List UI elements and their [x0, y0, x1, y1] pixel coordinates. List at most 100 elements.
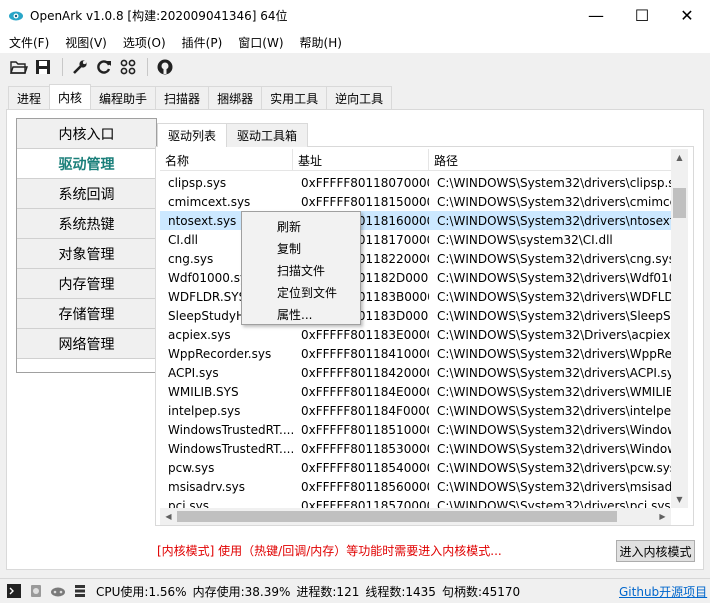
- cell-base: 0xFFFFF80118530000: [301, 441, 429, 456]
- table-row[interactable]: CI.dll 0xFFFFF80118170000 C:\WINDOWS\syste…: [160, 230, 671, 249]
- context-refresh[interactable]: 刷新: [242, 215, 360, 237]
- column-header-path[interactable]: 路径: [429, 149, 671, 171]
- nav-storage-manager[interactable]: 存储管理: [17, 299, 156, 329]
- kernel-mode-warning: [内核模式] 使用（热键/回调/内存）等功能时需要进入内核模式...: [157, 544, 502, 558]
- nav-system-hotkeys[interactable]: 系统热键: [17, 209, 156, 239]
- table-row[interactable]: WppRecorder.sys 0xFFFFF80118410000 C:\WIND…: [160, 344, 671, 363]
- cell-path: C:\WINDOWS\System32\drivers\Wdf01000.sys: [437, 270, 671, 285]
- nav-network-manager[interactable]: 网络管理: [17, 329, 156, 359]
- enter-kernel-mode-button[interactable]: 进入内核模式: [616, 540, 695, 562]
- nav-kernel-entry[interactable]: 内核入口: [17, 119, 156, 149]
- tab-driver-toolbox[interactable]: 驱动工具箱: [226, 123, 309, 147]
- nav-driver-manager[interactable]: 驱动管理: [17, 149, 156, 179]
- vertical-scrollbar[interactable]: ▲ ▼: [671, 149, 688, 508]
- context-scan-file[interactable]: 扫描文件: [242, 259, 360, 281]
- menu-view[interactable]: 视图(V): [56, 34, 114, 51]
- cell-path: C:\WINDOWS\System32\drivers\WindowsTrust…: [437, 422, 671, 437]
- table-row[interactable]: pci.sys 0xFFFFF80118570000 C:\WINDOWS\Syst…: [160, 496, 671, 509]
- tab-driver-list[interactable]: 驱动列表: [157, 123, 228, 147]
- refresh-icon[interactable]: [93, 56, 115, 78]
- cell-name: cmimcext.sys: [168, 194, 251, 209]
- maximize-button[interactable]: ☐: [619, 0, 665, 31]
- column-header-base[interactable]: 基址: [293, 149, 429, 171]
- scroll-up-icon[interactable]: ▲: [671, 149, 688, 166]
- wrench-icon[interactable]: [69, 56, 91, 78]
- menu-plugins[interactable]: 插件(P): [173, 34, 230, 51]
- column-header-name[interactable]: 名称: [160, 149, 293, 171]
- cell-path: C:\WINDOWS\System32\Drivers\acpiex.sys: [437, 327, 671, 342]
- cell-name: intelpep.sys: [168, 403, 241, 418]
- status-memory: 内存使用:38.39%: [192, 584, 291, 599]
- github-link[interactable]: Github开源项目: [619, 583, 707, 600]
- table-row[interactable]: cmimcext.sys 0xFFFFF80118150000 C:\WINDOWS…: [160, 192, 671, 211]
- table-row[interactable]: cng.sys 0xFFFFF80118220000 C:\WINDOWS\Syst…: [160, 249, 671, 268]
- github-icon[interactable]: [154, 56, 176, 78]
- table-body: clipsp.sys 0xFFFFF80118070000 C:\WINDOWS\S…: [160, 173, 671, 508]
- table-row[interactable]: Wdf01000.sys 0xFFFFF801182D0000 C:\WINDOWS…: [160, 268, 671, 287]
- cell-name: ACPI.sys: [168, 365, 219, 380]
- table-row[interactable]: WindowsTrustedRT.... 0xFFFFF80118530000 C:…: [160, 439, 671, 458]
- nav-system-callbacks[interactable]: 系统回调: [17, 179, 156, 209]
- cell-path: C:\WINDOWS\system32\CI.dll: [437, 232, 613, 247]
- cell-name: clipsp.sys: [168, 175, 227, 190]
- cell-path: C:\WINDOWS\System32\drivers\pci.sys: [437, 498, 671, 509]
- tab-process[interactable]: 进程: [8, 86, 51, 109]
- context-copy[interactable]: 复制: [242, 237, 360, 259]
- cell-base: 0xFFFFF80118570000: [301, 498, 429, 509]
- scroll-left-icon[interactable]: ◀: [160, 508, 177, 525]
- cell-path: C:\WINDOWS\System32\drivers\cmimcext.sys: [437, 194, 671, 209]
- tab-reverse-tools[interactable]: 逆向工具: [326, 86, 393, 109]
- tab-scanner[interactable]: 扫描器: [155, 86, 210, 109]
- cell-name: WindowsTrustedRT....: [168, 441, 293, 456]
- table-row[interactable]: ntosext.sys 0xFFFFF80118160000 C:\WINDOWS\…: [160, 211, 671, 230]
- table-row[interactable]: WMILIB.SYS 0xFFFFF801184E0000 C:\WINDOWS\S…: [160, 382, 671, 401]
- close-button[interactable]: ✕: [664, 0, 710, 31]
- table-row[interactable]: acpiex.sys 0xFFFFF801183E0000 C:\WINDOWS\S…: [160, 325, 671, 344]
- context-locate-file[interactable]: 定位到文件: [242, 281, 360, 303]
- menu-help[interactable]: 帮助(H): [291, 34, 349, 51]
- vertical-scroll-thumb[interactable]: [673, 188, 686, 218]
- table-row[interactable]: pcw.sys 0xFFFFF80118540000 C:\WINDOWS\Syst…: [160, 458, 671, 477]
- table-row[interactable]: intelpep.sys 0xFFFFF801184F0000 C:\WINDOWS…: [160, 401, 671, 420]
- horizontal-scrollbar[interactable]: ◀ ▶: [160, 508, 671, 525]
- nav-memory-manager[interactable]: 内存管理: [17, 269, 156, 299]
- context-properties[interactable]: 属性...: [242, 303, 360, 325]
- open-folder-icon[interactable]: [8, 56, 30, 78]
- table-row[interactable]: clipsp.sys 0xFFFFF80118070000 C:\WINDOWS\S…: [160, 173, 671, 192]
- cell-base: 0xFFFFF80118410000: [301, 346, 429, 361]
- kernel-nav: 内核入口 驱动管理 系统回调 系统热键 对象管理 内存管理 存储管理 网络管理: [16, 118, 157, 373]
- cell-path: C:\WINDOWS\System32\drivers\SleepStudyHe…: [437, 308, 671, 323]
- cell-path: C:\WINDOWS\System32\drivers\WDFLDR.SYS: [437, 289, 671, 304]
- tab-coding-helper[interactable]: 编程助手: [90, 86, 157, 109]
- tab-bundler[interactable]: 捆绑器: [208, 86, 263, 109]
- console-icon[interactable]: [6, 583, 22, 599]
- menu-file[interactable]: 文件(F): [0, 34, 56, 51]
- toolbar-separator: [62, 58, 63, 76]
- cell-path: C:\WINDOWS\System32\drivers\ACPI.sys: [437, 365, 671, 380]
- horizontal-scroll-thumb[interactable]: [177, 511, 617, 522]
- menu-window[interactable]: 窗口(W): [229, 34, 290, 51]
- table-row[interactable]: WDFLDR.SYS 0xFFFFF801183B0000 C:\WINDOWS\S…: [160, 287, 671, 306]
- cell-base: 0xFFFFF80118510000: [301, 422, 429, 437]
- table-row[interactable]: msisadrv.sys 0xFFFFF80118560000 C:\WINDOWS…: [160, 477, 671, 496]
- stack-icon[interactable]: [72, 583, 88, 599]
- minimize-button[interactable]: —: [573, 0, 619, 31]
- driver-tab-bar: 驱动列表 驱动工具箱: [157, 123, 309, 147]
- table-row[interactable]: ACPI.sys 0xFFFFF80118420000 C:\WINDOWS\Sys…: [160, 363, 671, 382]
- nav-object-manager[interactable]: 对象管理: [17, 239, 156, 269]
- disk-icon[interactable]: [28, 583, 44, 599]
- save-icon[interactable]: [32, 56, 54, 78]
- tab-utilities[interactable]: 实用工具: [261, 86, 328, 109]
- scroll-down-icon[interactable]: ▼: [671, 491, 688, 508]
- menu-options[interactable]: 选项(O): [114, 34, 173, 51]
- table-row[interactable]: WindowsTrustedRT.... 0xFFFFF80118510000 C:…: [160, 420, 671, 439]
- table-row[interactable]: SleepStudyHelper.sys 0xFFFFF801183D0000 C:…: [160, 306, 671, 325]
- grid-icon[interactable]: [117, 56, 139, 78]
- tab-kernel[interactable]: 内核: [49, 84, 92, 109]
- scroll-right-icon[interactable]: ▶: [654, 508, 671, 525]
- gamepad-icon[interactable]: [50, 583, 66, 599]
- window-title: OpenArk v1.0.8 [构建:202009041346] 64位: [30, 9, 288, 23]
- driver-table[interactable]: 名称 基址 路径 clipsp.sys 0xFFFFF80118070000 C:\…: [160, 149, 671, 508]
- main-tab-bar: 进程 内核 编程助手 扫描器 捆绑器 实用工具 逆向工具: [8, 84, 393, 110]
- cell-base: 0xFFFFF801184F0000: [301, 403, 429, 418]
